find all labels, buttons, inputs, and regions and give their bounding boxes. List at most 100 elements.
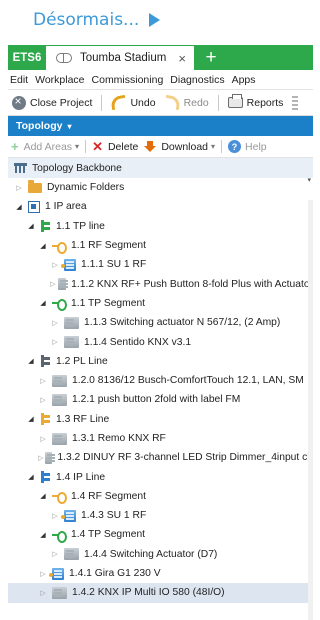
topology-tree: Topology Backbone ▷ Dynamic Folders ◢ 1 IP … — [8, 158, 313, 603]
collapsed-arrow-icon[interactable]: ▷ — [50, 261, 60, 269]
app-brand[interactable]: ETS6 — [8, 45, 46, 70]
expanded-arrow-icon[interactable]: ◢ — [38, 299, 48, 307]
tree-row[interactable]: ▷ 1.4.4 Switching Actuator (D7) — [8, 545, 313, 564]
rf-segment-icon — [52, 492, 67, 505]
toolbar-grip[interactable] — [292, 95, 299, 110]
collapsed-arrow-icon[interactable]: ▷ — [14, 184, 24, 192]
tree-row[interactable]: ▷ 1.3.2 DINUY RF 3-channel LED Strip Dimm… — [8, 448, 313, 467]
delete-button[interactable]: ✕ Delete — [92, 139, 138, 155]
collapsed-arrow-icon[interactable]: ▷ — [38, 570, 48, 578]
close-project-icon — [11, 94, 26, 110]
tree-row[interactable]: ▷ Dynamic Folders — [8, 178, 313, 197]
collapsed-arrow-icon[interactable]: ▷ — [50, 512, 60, 520]
menu-edit[interactable]: Edit — [10, 74, 28, 86]
help-label: Help — [245, 140, 267, 153]
tree-row[interactable]: ▷ 1.1.3 Switching actuator N 567/12, (2 A… — [8, 313, 313, 332]
undo-button[interactable]: Undo — [110, 94, 156, 111]
tree-row[interactable]: ◢ 1.4 RF Segment — [8, 487, 313, 506]
expanded-arrow-icon[interactable]: ◢ — [38, 242, 48, 250]
tree-row[interactable]: ◢ 1.4 IP Line — [8, 467, 313, 486]
expanded-arrow-icon[interactable]: ◢ — [26, 222, 36, 230]
tree-row-label: 1.3.2 DINUY RF 3-channel LED Strip Dimme… — [57, 452, 313, 464]
device-icon — [64, 336, 79, 349]
plus-icon: + — [11, 139, 19, 154]
tree-row-label: 1.1.4 Sentido KNX v3.1 — [84, 336, 192, 348]
collapsed-arrow-icon[interactable]: ▷ — [50, 550, 60, 558]
chevron-down-icon[interactable]: ▾ — [75, 142, 79, 151]
tree-row[interactable]: ▷ 1.3.1 Remo KNX RF — [8, 429, 313, 448]
add-areas-button[interactable]: + Add Areas ▾ — [11, 139, 79, 154]
menu-commissioning[interactable]: Commissioning — [92, 74, 164, 86]
expanded-arrow-icon[interactable]: ◢ — [26, 415, 36, 423]
folder-icon — [28, 179, 42, 193]
tree-row[interactable]: ▷ 1.4.2 KNX IP Multi IO 580 (48I/O) — [8, 583, 313, 603]
tree-row[interactable]: ◢ 1.1 RF Segment — [8, 236, 313, 255]
tree-row[interactable]: ▷ 1.1.1 SU 1 RF — [8, 255, 313, 274]
area-icon — [28, 200, 40, 213]
main-toolbar: Close Project Undo Redo Reports — [8, 90, 313, 116]
menu-apps[interactable]: Apps — [232, 74, 256, 86]
reports-button[interactable]: Reports — [227, 94, 283, 110]
chevron-down-icon[interactable]: ▾ — [211, 142, 215, 151]
tree-row-label: 1.1.1 SU 1 RF — [81, 259, 147, 271]
close-tab-icon[interactable]: × — [178, 51, 186, 66]
collapsed-arrow-icon[interactable]: ▷ — [38, 589, 48, 597]
new-tab-button[interactable]: + — [194, 45, 228, 70]
tree-row[interactable]: ▷ 1.1.2 KNX RF+ Push Button 8-fold Plus w… — [8, 274, 313, 293]
expanded-arrow-icon[interactable]: ◢ — [38, 492, 48, 500]
device-icon — [64, 316, 79, 329]
expanded-arrow-icon[interactable]: ◢ — [26, 473, 36, 481]
toolbar-divider — [217, 94, 219, 111]
tree-row-label: 1.2.0 8136/12 Busch-ComfortTouch 12.1, L… — [72, 375, 304, 387]
toolbar-divider — [101, 94, 103, 111]
project-tab[interactable]: Toumba Stadium × — [46, 45, 194, 70]
tree-scrollbar[interactable] — [308, 200, 313, 620]
tp-segment-icon — [52, 530, 67, 543]
tp-line-icon — [40, 220, 51, 233]
collapsed-arrow-icon[interactable]: ▷ — [50, 319, 60, 327]
collapsed-arrow-icon[interactable]: ▷ — [38, 435, 48, 443]
collapse-arrow-icon[interactable]: ▾ — [307, 176, 311, 184]
tree-row-label: 1.1.3 Switching actuator N 567/12, (2 Am… — [84, 317, 281, 329]
tree-row[interactable]: ▷ 1.4.3 SU 1 RF — [8, 506, 313, 525]
redo-button[interactable]: Redo — [163, 94, 209, 111]
tree-root-topology-backbone[interactable]: Topology Backbone — [8, 158, 313, 178]
tree-row[interactable]: ▷ 1.1.4 Sentido KNX v3.1 — [8, 332, 313, 351]
menu-diagnostics[interactable]: Diagnostics — [170, 74, 224, 86]
menu-workplace[interactable]: Workplace — [35, 74, 84, 86]
title-bar: ETS6 Toumba Stadium × + — [8, 45, 313, 70]
tree-row[interactable]: ◢ 1.2 PL Line — [8, 352, 313, 371]
tree-row[interactable]: ◢ 1 IP area — [8, 197, 313, 216]
expanded-arrow-icon[interactable]: ◢ — [38, 531, 48, 539]
tree-root-label: Topology Backbone — [32, 162, 122, 174]
help-button[interactable]: ? Help — [228, 140, 267, 153]
close-project-button[interactable]: Close Project — [11, 94, 92, 110]
rf-device-icon — [61, 509, 76, 522]
download-button[interactable]: Download ▾ — [144, 140, 215, 153]
tree-row-label: 1.4.2 KNX IP Multi IO 580 (48I/O) — [72, 587, 225, 599]
collapsed-arrow-icon[interactable]: ▷ — [50, 280, 56, 288]
device-icon — [57, 278, 69, 291]
tree-row[interactable]: ◢ 1.3 RF Line — [8, 410, 313, 429]
tree-row-label: 1.4.4 Switching Actuator (D7) — [84, 548, 218, 560]
tree-row[interactable]: ◢ 1.1 TP Segment — [8, 294, 313, 313]
topology-panel-header[interactable]: Topology ▾ — [8, 116, 313, 136]
project-tab-title: Toumba Stadium — [80, 52, 167, 64]
tree-row[interactable]: ◢ 1.4 TP Segment — [8, 525, 313, 544]
tree-row[interactable]: ▷ 1.2.1 push button 2fold with label FM — [8, 390, 313, 409]
collapsed-arrow-icon[interactable]: ▷ — [38, 377, 48, 385]
device-icon — [64, 548, 79, 561]
collapsed-arrow-icon[interactable]: ▷ — [38, 454, 43, 462]
ip-line-icon — [40, 471, 51, 484]
expanded-arrow-icon[interactable]: ◢ — [26, 357, 36, 365]
tree-row[interactable]: ◢ 1.1 TP line — [8, 217, 313, 236]
tree-row[interactable]: ▷ 1.2.0 8136/12 Busch-ComfortTouch 12.1, … — [8, 371, 313, 390]
tree-rows: ▷ Dynamic Folders ◢ 1 IP area ◢ 1.1 TP line ◢ 1… — [8, 178, 313, 603]
expanded-arrow-icon[interactable]: ◢ — [14, 203, 24, 211]
caption-heading: Désormais... — [33, 8, 161, 32]
collapsed-arrow-icon[interactable]: ▷ — [38, 396, 48, 404]
device-icon — [52, 393, 67, 406]
collapsed-arrow-icon[interactable]: ▷ — [50, 338, 60, 346]
tree-row[interactable]: ▷ 1.4.1 Gira G1 230 V — [8, 564, 313, 583]
tp-segment-icon — [52, 299, 67, 312]
